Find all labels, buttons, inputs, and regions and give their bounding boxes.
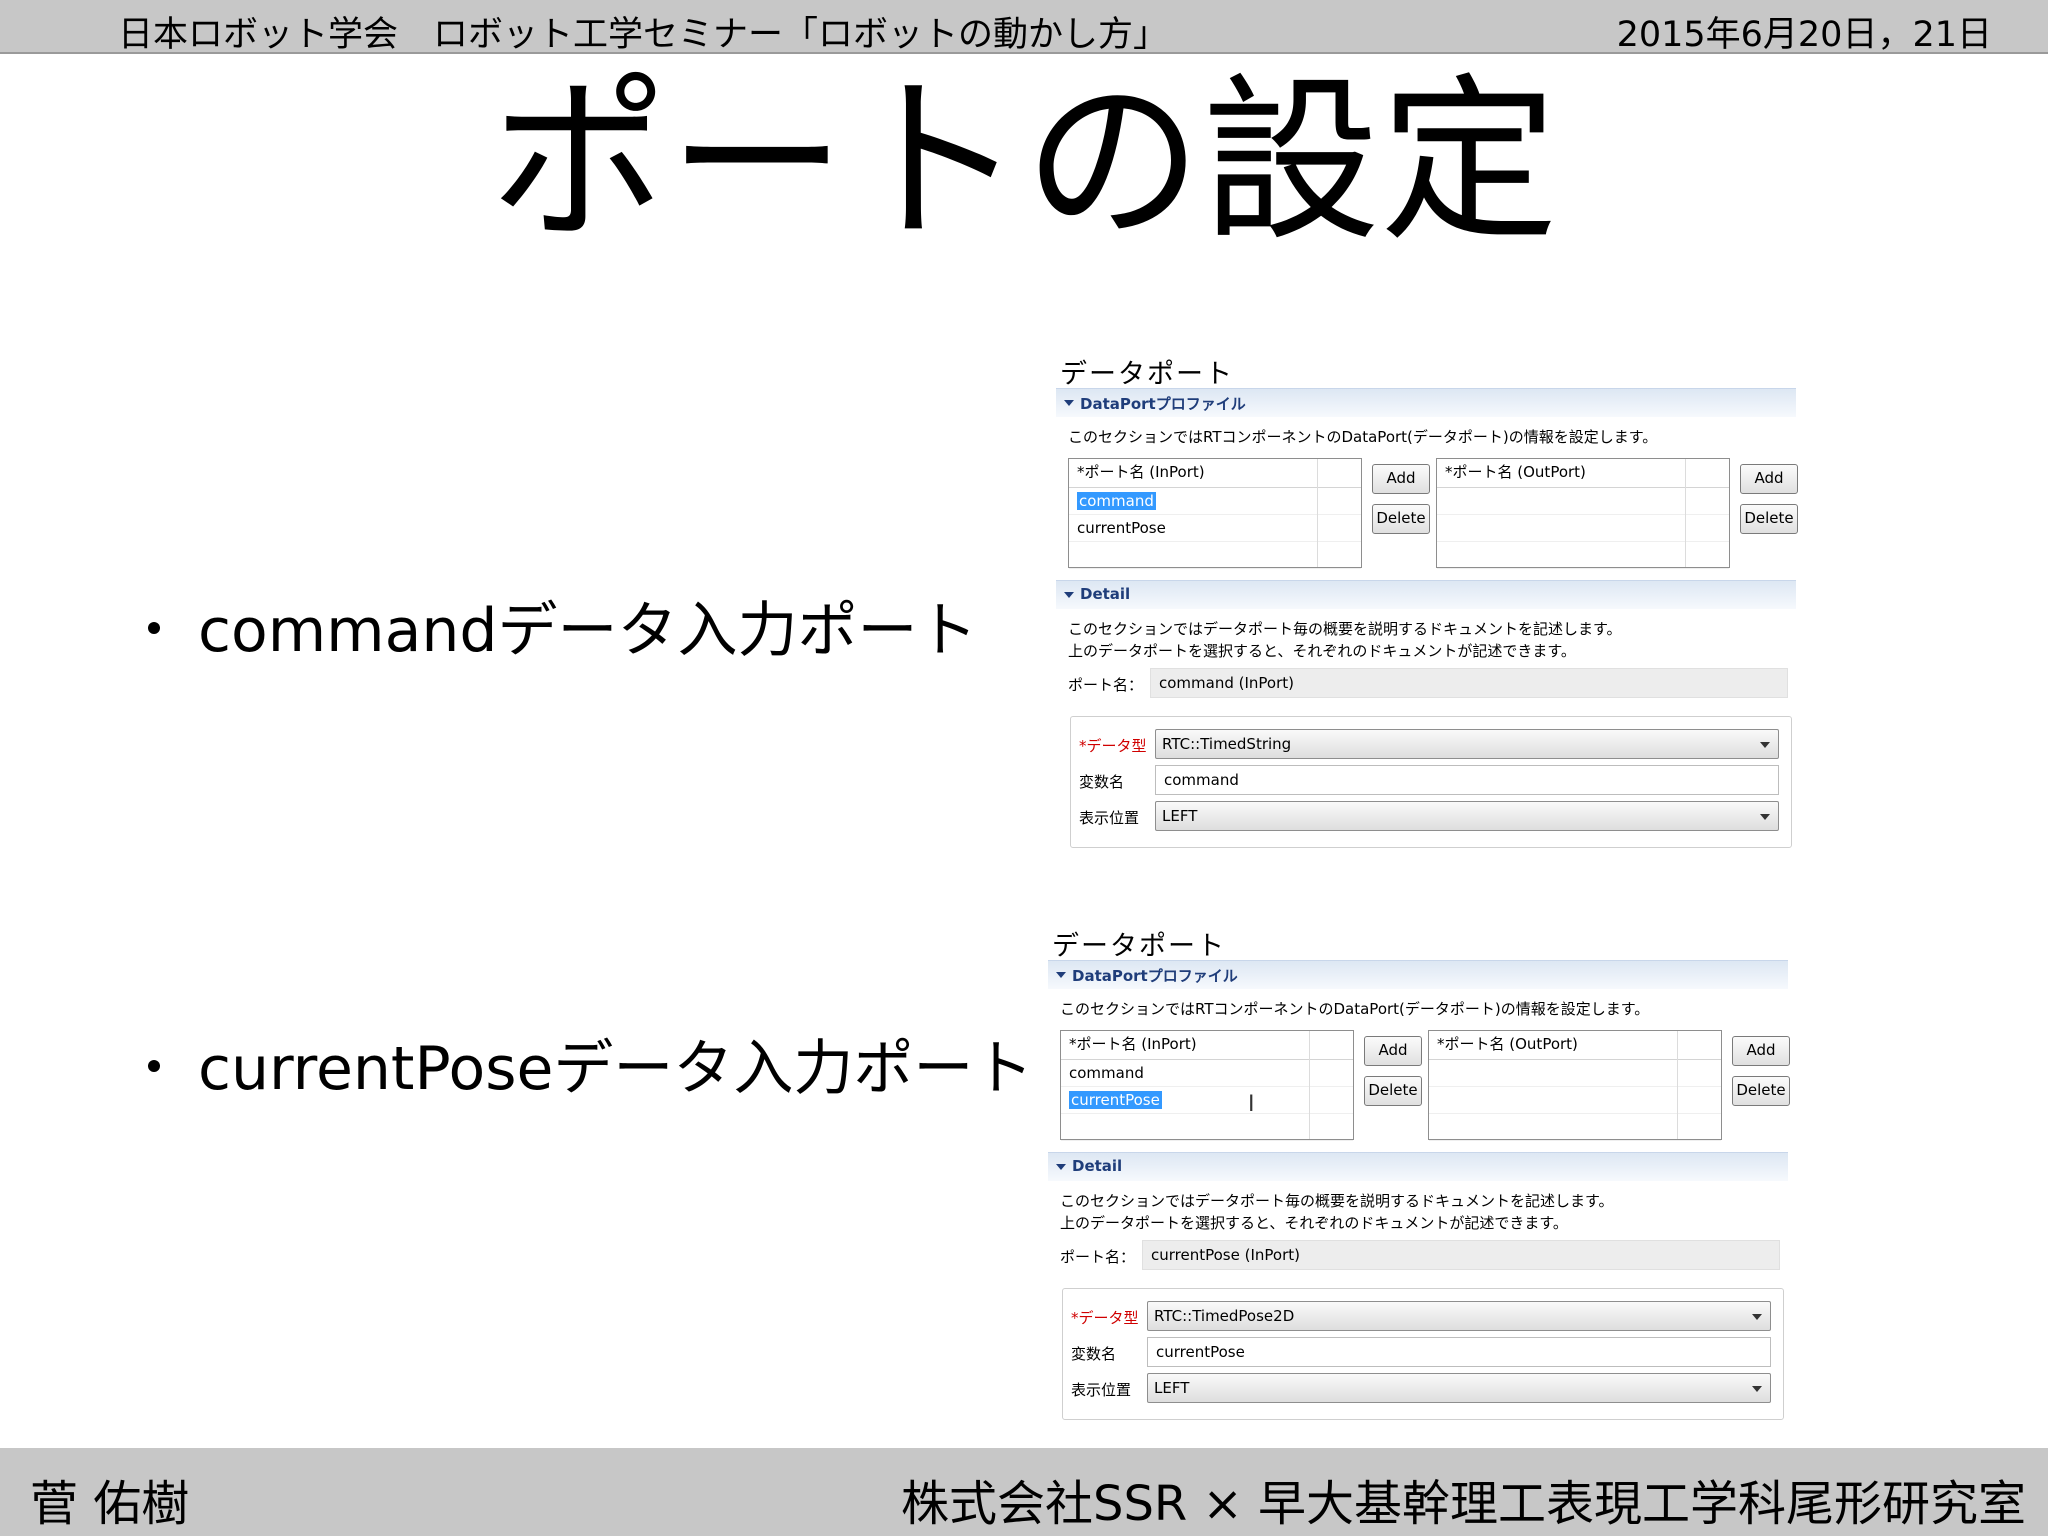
add-outport-button[interactable]: Add bbox=[1740, 464, 1798, 494]
dataport-panel: データポート DataPortプロファイル このセクションではRTコンポーネント… bbox=[1048, 924, 1790, 1434]
datatype-value: RTC::TimedPose2D bbox=[1154, 1307, 1295, 1325]
bullet-dot-icon bbox=[148, 622, 160, 635]
port-settings-group: *データ型 RTC::TimedPose2D 変数名 currentPose 表… bbox=[1062, 1288, 1784, 1420]
datatype-row: *データ型 RTC::TimedString bbox=[1079, 729, 1779, 759]
section-header-detail[interactable]: Detail bbox=[1056, 580, 1796, 609]
table-row-label[interactable]: currentPose bbox=[1069, 1091, 1162, 1109]
position-select[interactable]: LEFT bbox=[1155, 801, 1779, 831]
datatype-select[interactable]: RTC::TimedPose2D bbox=[1147, 1301, 1771, 1331]
collapse-triangle-icon[interactable] bbox=[1064, 400, 1074, 406]
collapse-triangle-icon[interactable] bbox=[1056, 972, 1066, 978]
add-inport-button[interactable]: Add bbox=[1364, 1036, 1422, 1066]
dropdown-arrow-icon[interactable] bbox=[1752, 1314, 1762, 1320]
table-row-label[interactable]: currentPose bbox=[1077, 519, 1166, 537]
outport-table[interactable]: *ポート名 (OutPort) bbox=[1436, 458, 1730, 569]
detail-description-1: このセクションではデータポート毎の概要を説明するドキュメントを記述します。 bbox=[1068, 620, 1622, 638]
add-outport-button[interactable]: Add bbox=[1732, 1036, 1790, 1066]
delete-outport-button[interactable]: Delete bbox=[1732, 1076, 1790, 1106]
dropdown-arrow-icon[interactable] bbox=[1752, 1386, 1762, 1392]
collapse-triangle-icon[interactable] bbox=[1056, 1164, 1066, 1170]
bullet-text: currentPoseデータ入力ポート bbox=[198, 1034, 1034, 1104]
port-settings-group: *データ型 RTC::TimedString 変数名 command 表示位置 … bbox=[1070, 716, 1792, 848]
outport-table[interactable]: *ポート名 (OutPort) bbox=[1428, 1030, 1722, 1141]
varname-row: 変数名 currentPose bbox=[1071, 1337, 1771, 1367]
bullet-dot-icon bbox=[148, 1060, 160, 1073]
inport-table[interactable]: *ポート名 (InPort) command currentPose bbox=[1068, 458, 1362, 569]
delete-inport-button[interactable]: Delete bbox=[1372, 504, 1430, 534]
position-value: LEFT bbox=[1162, 807, 1198, 825]
collapse-triangle-icon[interactable] bbox=[1064, 592, 1074, 598]
header-bar: 日本ロボット学会 ロボット工学セミナー「ロボットの動かし方」 2015年6月20… bbox=[0, 0, 2048, 55]
section-header-profile[interactable]: DataPortプロファイル bbox=[1056, 388, 1796, 417]
position-label: 表示位置 bbox=[1071, 1381, 1132, 1399]
position-row: 表示位置 LEFT bbox=[1071, 1373, 1771, 1403]
panel-heading: データポート bbox=[1060, 359, 1234, 390]
delete-inport-button[interactable]: Delete bbox=[1364, 1076, 1422, 1106]
port-name-row: ポート名： command (InPort) bbox=[1068, 668, 1788, 698]
section-title: DataPortプロファイル bbox=[1072, 967, 1238, 985]
port-name-label: ポート名： bbox=[1060, 1248, 1136, 1266]
section-header-profile[interactable]: DataPortプロファイル bbox=[1048, 960, 1788, 989]
varname-label: 変数名 bbox=[1079, 773, 1125, 791]
port-name-label: ポート名： bbox=[1068, 676, 1144, 694]
varname-input[interactable]: currentPose bbox=[1147, 1337, 1771, 1367]
varname-row: 変数名 command bbox=[1079, 765, 1779, 795]
panel-heading: データポート bbox=[1052, 931, 1226, 962]
footer-author: 菅 佑樹 bbox=[30, 1476, 190, 1532]
table-row-label[interactable]: command bbox=[1077, 492, 1156, 510]
bullet-item: currentPoseデータ入力ポート bbox=[148, 1020, 1033, 1107]
datatype-label: *データ型 bbox=[1071, 1309, 1139, 1327]
section-description: このセクションではRTコンポーネントのDataPort(データポート)の情報を設… bbox=[1068, 428, 1658, 446]
inport-table[interactable]: *ポート名 (InPort) command currentPose bbox=[1060, 1030, 1354, 1141]
section-header-detail[interactable]: Detail bbox=[1048, 1152, 1788, 1181]
detail-description-2: 上のデータポートを選択すると、それぞれのドキュメントが記述できます。 bbox=[1068, 642, 1576, 660]
section-title: DataPortプロファイル bbox=[1080, 395, 1246, 413]
footer-affiliation: 株式会社SSR × 早大基幹理工表現工学科尾形研究室 bbox=[900, 1476, 2026, 1532]
port-name-row: ポート名： currentPose (InPort) bbox=[1060, 1240, 1780, 1270]
varname-label: 変数名 bbox=[1071, 1345, 1117, 1363]
bullet-item: commandデータ入力ポート bbox=[148, 582, 977, 669]
add-inport-button[interactable]: Add bbox=[1372, 464, 1430, 494]
section-title: Detail bbox=[1080, 585, 1131, 603]
footer-bar: 菅 佑樹 株式会社SSR × 早大基幹理工表現工学科尾形研究室 bbox=[0, 1448, 2048, 1536]
slide-title: ポートの設定 bbox=[490, 58, 1558, 265]
text-cursor-icon: I bbox=[1248, 1092, 1255, 1117]
position-row: 表示位置 LEFT bbox=[1079, 801, 1779, 831]
header-seminar-title: 日本ロボット学会 ロボット工学セミナー「ロボットの動かし方」 bbox=[118, 15, 1169, 55]
port-name-value: command (InPort) bbox=[1150, 668, 1788, 698]
dataport-panel: データポート DataPortプロファイル このセクションではRTコンポーネント… bbox=[1056, 352, 1798, 862]
delete-outport-button[interactable]: Delete bbox=[1740, 504, 1798, 534]
datatype-label: *データ型 bbox=[1079, 737, 1147, 755]
section-title: Detail bbox=[1072, 1157, 1123, 1175]
detail-description-2: 上のデータポートを選択すると、それぞれのドキュメントが記述できます。 bbox=[1060, 1214, 1568, 1232]
datatype-row: *データ型 RTC::TimedPose2D bbox=[1071, 1301, 1771, 1331]
position-value: LEFT bbox=[1154, 1379, 1190, 1397]
port-name-value: currentPose (InPort) bbox=[1142, 1240, 1780, 1270]
datatype-value: RTC::TimedString bbox=[1162, 735, 1292, 753]
detail-description-1: このセクションではデータポート毎の概要を説明するドキュメントを記述します。 bbox=[1060, 1192, 1614, 1210]
datatype-select[interactable]: RTC::TimedString bbox=[1155, 729, 1779, 759]
bullet-text: commandデータ入力ポート bbox=[198, 596, 978, 666]
table-row-label[interactable]: command bbox=[1069, 1064, 1144, 1082]
section-description: このセクションではRTコンポーネントのDataPort(データポート)の情報を設… bbox=[1060, 1000, 1650, 1018]
varname-input[interactable]: command bbox=[1155, 765, 1779, 795]
header-date: 2015年6月20日，21日 bbox=[1616, 15, 1992, 55]
dropdown-arrow-icon[interactable] bbox=[1760, 742, 1770, 748]
dropdown-arrow-icon[interactable] bbox=[1760, 814, 1770, 820]
position-select[interactable]: LEFT bbox=[1147, 1373, 1771, 1403]
position-label: 表示位置 bbox=[1079, 809, 1140, 827]
